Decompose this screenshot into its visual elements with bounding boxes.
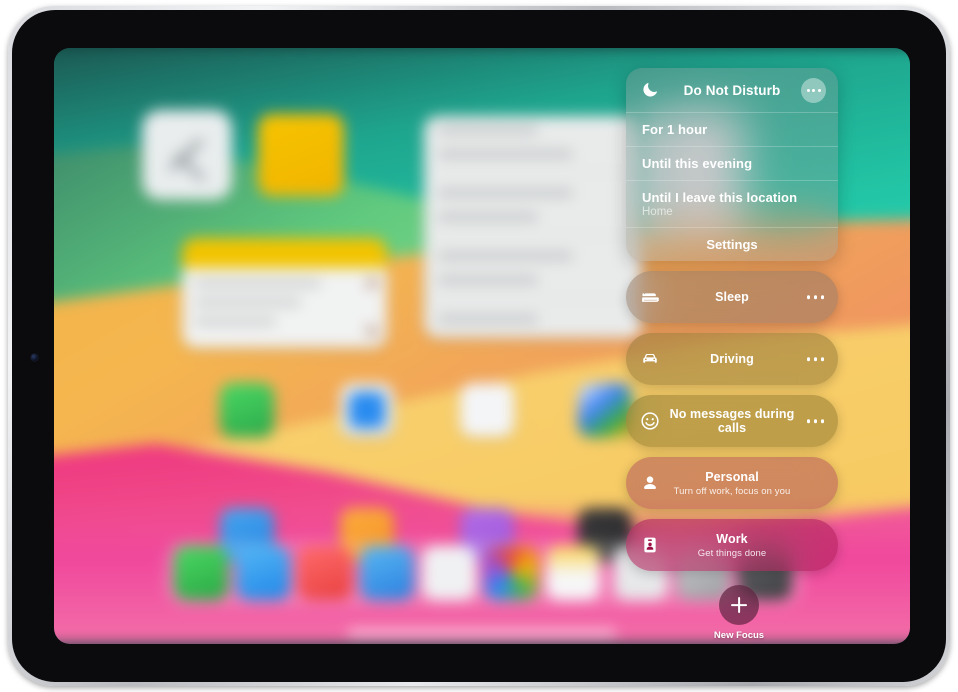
app-icon [340,383,394,437]
focus-mode-title: Sleep [715,290,749,304]
ipad-device: Do Not Disturb For 1 hour Until this eve… [8,6,950,686]
focus-panel: Do Not Disturb For 1 hour Until this eve… [626,68,852,641]
ellipsis-icon[interactable] [806,419,824,423]
ellipsis-icon[interactable] [806,357,824,361]
focus-mode-title: Personal [705,469,759,484]
focus-mode-subtitle: Turn off work, focus on you [673,485,791,497]
focus-mode-driving[interactable]: Driving [626,333,838,385]
badge-icon [644,537,656,553]
do-not-disturb-card[interactable]: Do Not Disturb For 1 hour Until this eve… [626,68,838,261]
dock-app-icon [360,546,414,600]
focus-mode-title: No messages during calls [669,407,795,435]
home-indicator[interactable] [348,630,616,635]
plus-icon[interactable] [719,585,759,625]
new-focus[interactable]: New Focus [633,585,845,641]
focus-mode-subtitle: Get things done [697,547,767,559]
smiley-icon [641,412,659,430]
app-icon [220,383,274,437]
dnd-option-row[interactable]: For 1 hour [626,112,838,146]
dock-app-icon [422,546,476,600]
dock-app-icon [484,546,538,600]
focus-mode-title: Work [716,531,748,546]
focus-mode-no-messages-during-calls[interactable]: No messages during calls [626,395,838,447]
dnd-option-label: Until I leave this location [642,190,798,205]
ellipsis-icon[interactable] [801,78,826,103]
dnd-option-label: For 1 hour [642,122,708,137]
front-camera-icon [31,354,38,361]
ellipsis-icon[interactable] [806,295,824,299]
dock-app-icon [174,546,228,600]
car-icon [643,354,657,363]
notes-widget [258,114,344,196]
focus-mode-sleep[interactable]: Sleep [626,271,838,323]
dock-app-icon [298,546,352,600]
dock-app-icon [546,546,600,600]
dnd-option-label: Until this evening [642,156,753,171]
calendar-widget [424,116,642,338]
dnd-option-sublabel: Home [642,206,673,218]
do-not-disturb-header[interactable]: Do Not Disturb [626,68,838,112]
focus-mode-work[interactable]: Work Get things done [626,519,838,571]
ipad-screen: Do Not Disturb For 1 hour Until this eve… [54,48,910,644]
new-focus-label: New Focus [713,630,765,641]
clock-widget [142,110,232,200]
focus-mode-personal[interactable]: Personal Turn off work, focus on you [626,457,838,509]
bed-icon [642,293,659,302]
dnd-settings-button[interactable]: Settings [626,227,838,261]
reminders-widget [182,238,387,348]
do-not-disturb-title: Do Not Disturb [683,82,781,98]
app-icon [578,383,632,437]
moon-icon [643,82,657,97]
dock-app-icon [236,546,290,600]
person-icon [644,476,656,489]
dnd-option-row[interactable]: Until this evening [626,146,838,180]
focus-mode-title: Driving [710,352,754,366]
dnd-option-row[interactable]: Until I leave this location Home [626,180,838,227]
app-icon [460,383,514,437]
